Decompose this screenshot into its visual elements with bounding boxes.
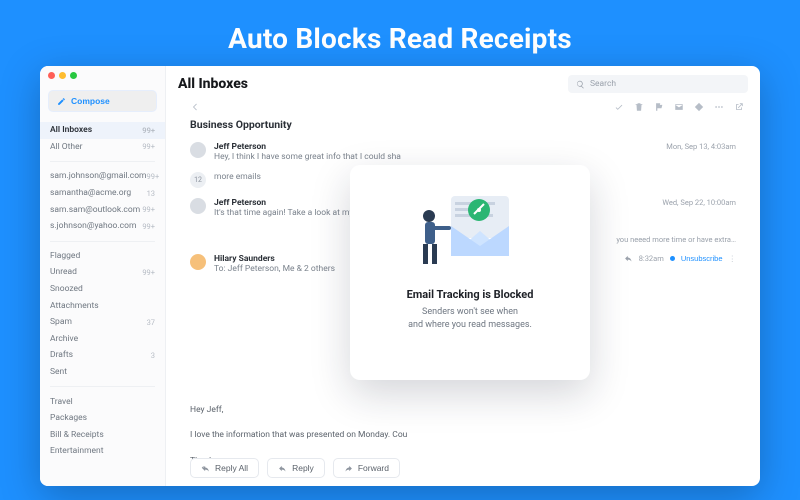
hero-title: Auto Blocks Read Receipts [0, 0, 800, 69]
sidebar-item-entertainment[interactable]: Entertainment [40, 443, 165, 460]
unread-dot-icon [670, 256, 675, 261]
reply-button[interactable]: Reply [267, 458, 325, 478]
sidebar-item-bills[interactable]: Bill & Receipts [40, 427, 165, 444]
message-date: Mon, Sep 13, 4:03am [660, 142, 736, 151]
subject: Business Opportunity [166, 116, 760, 137]
sidebar-item-archive[interactable]: Archive [40, 331, 165, 348]
sidebar-item-all-inboxes[interactable]: All Inboxes99+ [40, 122, 165, 139]
check-icon[interactable] [614, 102, 624, 112]
sidebar-item-all-other[interactable]: All Other99+ [40, 139, 165, 156]
sidebar-item-spam[interactable]: Spam37 [40, 314, 165, 331]
message-preview: Hey, I think I have some great info that… [214, 152, 652, 162]
avatar [190, 254, 206, 270]
kebab-icon[interactable]: ⋮ [729, 254, 737, 263]
minimize-icon[interactable] [59, 72, 66, 79]
popup-illustration [366, 183, 574, 278]
more-icon[interactable] [714, 102, 724, 112]
sidebar-account[interactable]: s.johnson@yahoo.com99+ [40, 218, 165, 235]
tracking-blocked-popup: Email Tracking is Blocked Senders won't … [350, 165, 590, 380]
maximize-icon[interactable] [70, 72, 77, 79]
reply-all-icon [201, 464, 210, 473]
message-toolbar [166, 96, 760, 116]
sidebar-item-drafts[interactable]: Drafts3 [40, 347, 165, 364]
compose-label: Compose [71, 96, 110, 106]
avatar [190, 142, 206, 158]
sidebar-account[interactable]: samantha@acme.org13 [40, 185, 165, 202]
search-input[interactable]: Search [568, 75, 748, 93]
sender-name: Jeff Peterson [214, 142, 652, 152]
message-row[interactable]: Jeff Peterson Hey, I think I have some g… [190, 137, 736, 167]
flag-icon[interactable] [654, 102, 664, 112]
reply-icon[interactable] [624, 254, 633, 263]
sidebar: Compose All Inboxes99+ All Other99+ sam.… [40, 66, 166, 486]
forward-button[interactable]: Forward [333, 458, 400, 478]
sidebar-item-snoozed[interactable]: Snoozed [40, 281, 165, 298]
collapsed-count-badge: 12 [190, 172, 206, 188]
sidebar-item-sent[interactable]: Sent [40, 364, 165, 381]
avatar [190, 198, 206, 214]
message-date: Wed, Sep 22, 10:00am [616, 198, 736, 207]
reply-icon [278, 464, 287, 473]
reply-actions: Reply All Reply Forward [190, 458, 400, 478]
reply-all-button[interactable]: Reply All [190, 458, 259, 478]
unsubscribe-button[interactable]: Unsubscribe [681, 254, 723, 263]
block-icon[interactable] [694, 102, 704, 112]
popup-title: Email Tracking is Blocked [366, 288, 574, 301]
sidebar-item-flagged[interactable]: Flagged [40, 248, 165, 265]
message-time: 8:32am [639, 254, 664, 263]
sidebar-account[interactable]: sam.johnson@gmail.com99+ [40, 168, 165, 185]
popup-message: Senders won't see when and where you rea… [366, 306, 574, 331]
back-icon[interactable] [190, 102, 200, 112]
close-icon[interactable] [48, 72, 55, 79]
sidebar-item-attachments[interactable]: Attachments [40, 297, 165, 314]
page-title: All Inboxes [178, 76, 558, 92]
sidebar-item-packages[interactable]: Packages [40, 410, 165, 427]
forward-icon [344, 464, 353, 473]
mail-icon[interactable] [674, 102, 684, 112]
pencil-icon [57, 97, 66, 106]
search-icon [576, 80, 585, 89]
sidebar-item-travel[interactable]: Travel [40, 393, 165, 410]
sidebar-item-unread[interactable]: Unread99+ [40, 264, 165, 281]
search-placeholder: Search [590, 79, 616, 89]
message-trail: you neeed more time or have extra… [616, 207, 736, 244]
sidebar-account[interactable]: sam.sam@outlook.com99+ [40, 201, 165, 218]
compose-button[interactable]: Compose [48, 90, 157, 112]
open-external-icon[interactable] [734, 102, 744, 112]
trash-icon[interactable] [634, 102, 644, 112]
window-controls[interactable] [48, 72, 77, 79]
